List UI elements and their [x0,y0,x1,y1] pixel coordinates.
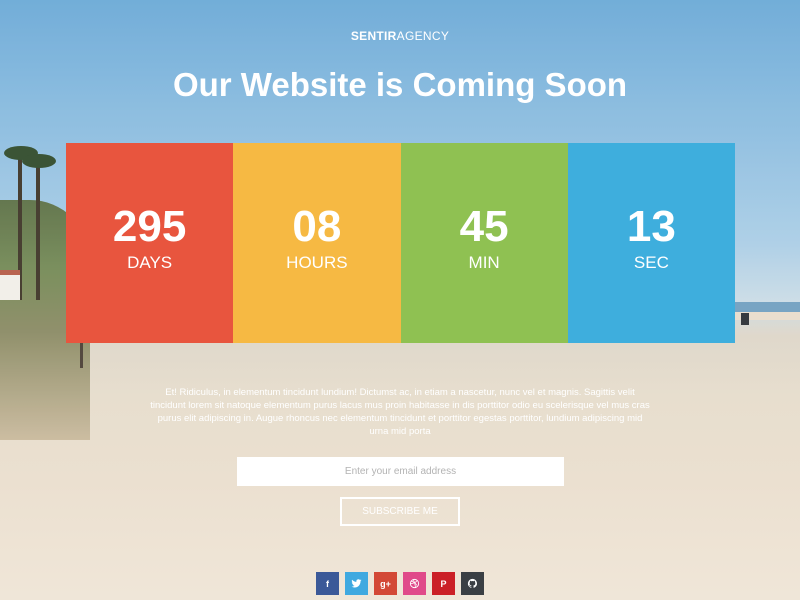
brand-name-regular: AGENCY [396,29,450,43]
dribbble-icon[interactable] [403,572,426,595]
countdown-label: MIN [468,253,500,272]
countdown-value: 295 [112,202,187,251]
email-input[interactable] [237,457,564,486]
google-plus-icon[interactable]: g+ [374,572,397,595]
countdown-timer: 295 DAYS 08 HOURS 45 MIN 13 SEC [66,143,735,343]
brand-name-bold: SENTIR [350,29,397,43]
brand-logo[interactable]: SENTIRAGENCY [0,29,800,43]
countdown-value: 45 [459,202,509,251]
countdown-seconds: 13 SEC [567,143,735,343]
countdown-value: 13 [626,202,676,251]
countdown-hours: 08 HOURS [233,143,401,343]
countdown-label: DAYS [127,253,173,272]
github-icon[interactable] [461,572,484,595]
countdown-label: SEC [633,253,669,272]
page-title: Our Website is Coming Soon [172,66,628,103]
countdown-value: 08 [292,202,342,251]
facebook-icon[interactable]: f [316,572,339,595]
pinterest-icon[interactable]: P [432,572,455,595]
subscribe-button[interactable]: SUBSCRIBE ME [340,497,460,526]
countdown-days: 295 DAYS [66,143,234,343]
countdown-minutes: 45 MIN [400,143,568,343]
social-links: f g+ P [316,572,484,595]
twitter-icon[interactable] [345,572,368,595]
countdown-label: HOURS [286,253,348,272]
description-text: Et! Ridiculus, in elementum tincidunt lu… [150,387,650,437]
